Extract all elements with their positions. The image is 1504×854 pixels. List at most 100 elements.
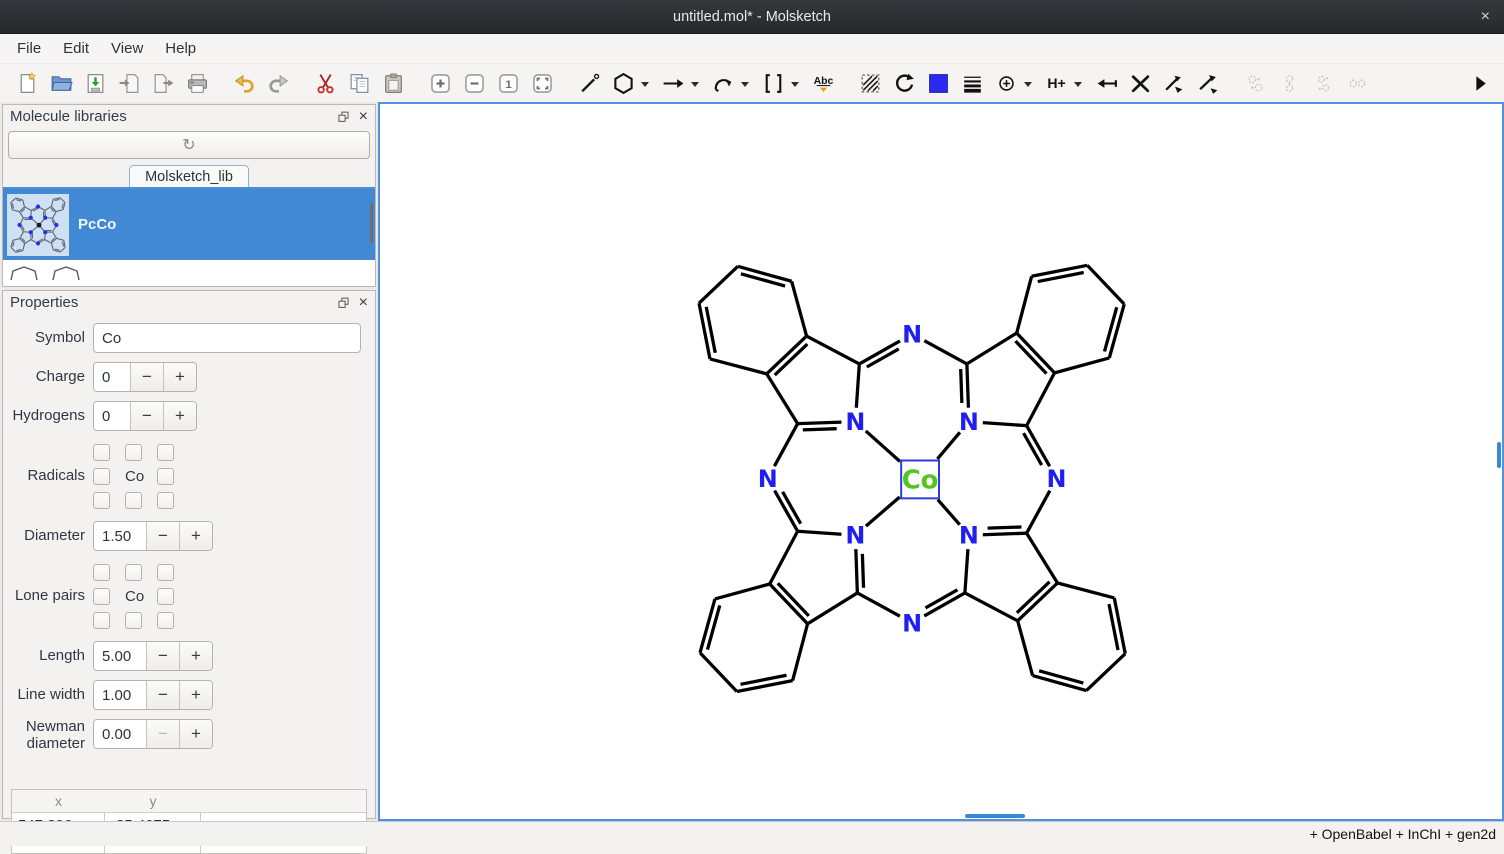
bond[interactable] xyxy=(988,527,1022,528)
length-increment-button[interactable]: + xyxy=(179,642,212,670)
panel-close-icon[interactable]: × xyxy=(359,295,368,311)
molecule-drawing[interactable]: CoNNNNNNNN xyxy=(380,104,1502,819)
hydrogens-value[interactable]: 0 xyxy=(94,402,130,430)
bond[interactable] xyxy=(1055,358,1110,373)
library-scrollbar[interactable] xyxy=(370,203,373,243)
toolbar-expand-button[interactable] xyxy=(1462,68,1496,98)
radicals-checkbox[interactable] xyxy=(93,492,110,509)
bond[interactable] xyxy=(1039,671,1083,683)
bond[interactable] xyxy=(792,281,807,336)
bond[interactable] xyxy=(937,432,959,459)
charge-value[interactable]: 0 xyxy=(94,363,130,391)
atom-nitrogen[interactable]: N xyxy=(758,465,778,493)
bond[interactable] xyxy=(1086,654,1125,691)
lone-pairs-checkbox[interactable] xyxy=(93,564,110,581)
line-width-value[interactable]: 1.00 xyxy=(94,681,146,709)
paste-button[interactable] xyxy=(376,68,410,98)
bond[interactable] xyxy=(924,341,967,364)
reaction-arrow-button[interactable] xyxy=(656,68,690,98)
bond[interactable] xyxy=(857,593,900,616)
print-button[interactable] xyxy=(180,68,214,98)
export-button[interactable] xyxy=(146,68,180,98)
atom-nitrogen[interactable]: N xyxy=(902,320,922,348)
hatch-selection-button[interactable] xyxy=(853,68,887,98)
reaction-arrow-dropdown-arrow-icon[interactable] xyxy=(691,82,699,87)
bond[interactable] xyxy=(793,624,808,681)
copy-button[interactable] xyxy=(342,68,376,98)
mechanism-arrow-dropdown-arrow-icon[interactable] xyxy=(741,82,749,87)
charge-increment-button[interactable]: + xyxy=(163,363,196,391)
bond[interactable] xyxy=(961,369,962,403)
charge-decrement-button[interactable]: − xyxy=(130,363,163,391)
bond[interactable] xyxy=(1104,307,1116,351)
save-button[interactable] xyxy=(78,68,112,98)
refresh-library-button[interactable]: ↻ xyxy=(8,131,370,159)
atom-nitrogen[interactable]: N xyxy=(959,408,979,436)
attach-arrow-button[interactable] xyxy=(1089,68,1123,98)
lone-pairs-checkbox[interactable] xyxy=(157,564,174,581)
bond[interactable] xyxy=(803,429,837,430)
lone-pairs-checkbox[interactable] xyxy=(125,612,142,629)
bond[interactable] xyxy=(808,593,858,624)
diameter-increment-button[interactable]: + xyxy=(179,522,212,550)
color-swatch-button[interactable] xyxy=(921,68,955,98)
bond[interactable] xyxy=(1027,491,1050,534)
lone-pairs-checkbox[interactable] xyxy=(125,564,142,581)
bond[interactable] xyxy=(807,336,860,364)
lone-pairs-checkbox[interactable] xyxy=(157,588,174,605)
hydrogen-tool-button[interactable]: H+ xyxy=(1039,68,1073,98)
newman-diameter-value[interactable]: 0.00 xyxy=(94,720,146,748)
zoom-original-button[interactable]: 1 xyxy=(491,68,525,98)
panel-float-icon[interactable] xyxy=(337,110,350,123)
ring-tool-dropdown-arrow-icon[interactable] xyxy=(641,82,649,87)
bond[interactable] xyxy=(866,497,900,526)
bond[interactable] xyxy=(965,593,1018,621)
line-width-tool-button[interactable] xyxy=(955,68,989,98)
radicals-checkbox[interactable] xyxy=(157,444,174,461)
bond[interactable] xyxy=(1018,621,1033,676)
bracket-tool-dropdown-arrow-icon[interactable] xyxy=(791,82,799,87)
ring-tool-button[interactable] xyxy=(606,68,640,98)
diameter-value[interactable]: 1.50 xyxy=(94,522,146,550)
canvas-horizontal-scrollbar[interactable] xyxy=(965,814,1025,818)
bond[interactable] xyxy=(700,653,737,692)
line-width-decrement-button[interactable]: − xyxy=(146,681,179,709)
drawing-canvas[interactable]: CoNNNNNNNN xyxy=(378,102,1504,821)
bond[interactable] xyxy=(938,500,960,525)
library-item-partial[interactable] xyxy=(3,260,375,280)
bond[interactable] xyxy=(965,549,968,593)
menu-view[interactable]: View xyxy=(100,37,154,60)
bond[interactable] xyxy=(767,374,798,424)
menu-help[interactable]: Help xyxy=(154,37,207,60)
atom-nitrogen[interactable]: N xyxy=(845,408,865,436)
bond[interactable] xyxy=(767,336,807,374)
bond[interactable] xyxy=(1018,583,1058,621)
bond[interactable] xyxy=(1058,583,1115,598)
panel-float-icon[interactable] xyxy=(337,296,350,309)
undo-button[interactable] xyxy=(227,68,261,98)
redo-button[interactable] xyxy=(261,68,295,98)
zoom-out-button[interactable] xyxy=(457,68,491,98)
bracket-tool-button[interactable] xyxy=(756,68,790,98)
tab-molsketch-lib[interactable]: Molsketch_lib xyxy=(129,165,249,187)
align-tool-2-button[interactable] xyxy=(1191,68,1225,98)
radicals-checkbox[interactable] xyxy=(157,468,174,485)
library-item-pcco[interactable]: PcCo xyxy=(3,189,375,260)
length-decrement-button[interactable]: − xyxy=(146,642,179,670)
bond[interactable] xyxy=(983,423,1027,426)
atom-cobalt-selected[interactable]: Co xyxy=(902,465,939,495)
cut-button[interactable] xyxy=(308,68,342,98)
radicals-checkbox[interactable] xyxy=(93,444,110,461)
bond[interactable] xyxy=(1087,265,1124,304)
menu-edit[interactable]: Edit xyxy=(52,37,100,60)
hydrogens-increment-button[interactable]: + xyxy=(163,402,196,430)
radicals-checkbox[interactable] xyxy=(93,468,110,485)
panel-close-icon[interactable]: × xyxy=(359,109,368,125)
atom-nitrogen[interactable]: N xyxy=(845,522,865,550)
bond[interactable] xyxy=(798,422,842,424)
bond[interactable] xyxy=(967,364,969,408)
mechanism-arrow-button[interactable] xyxy=(706,68,740,98)
radicals-checkbox[interactable] xyxy=(157,492,174,509)
align-tool-1-button[interactable] xyxy=(1157,68,1191,98)
canvas-vertical-scrollbar[interactable] xyxy=(1497,442,1501,468)
